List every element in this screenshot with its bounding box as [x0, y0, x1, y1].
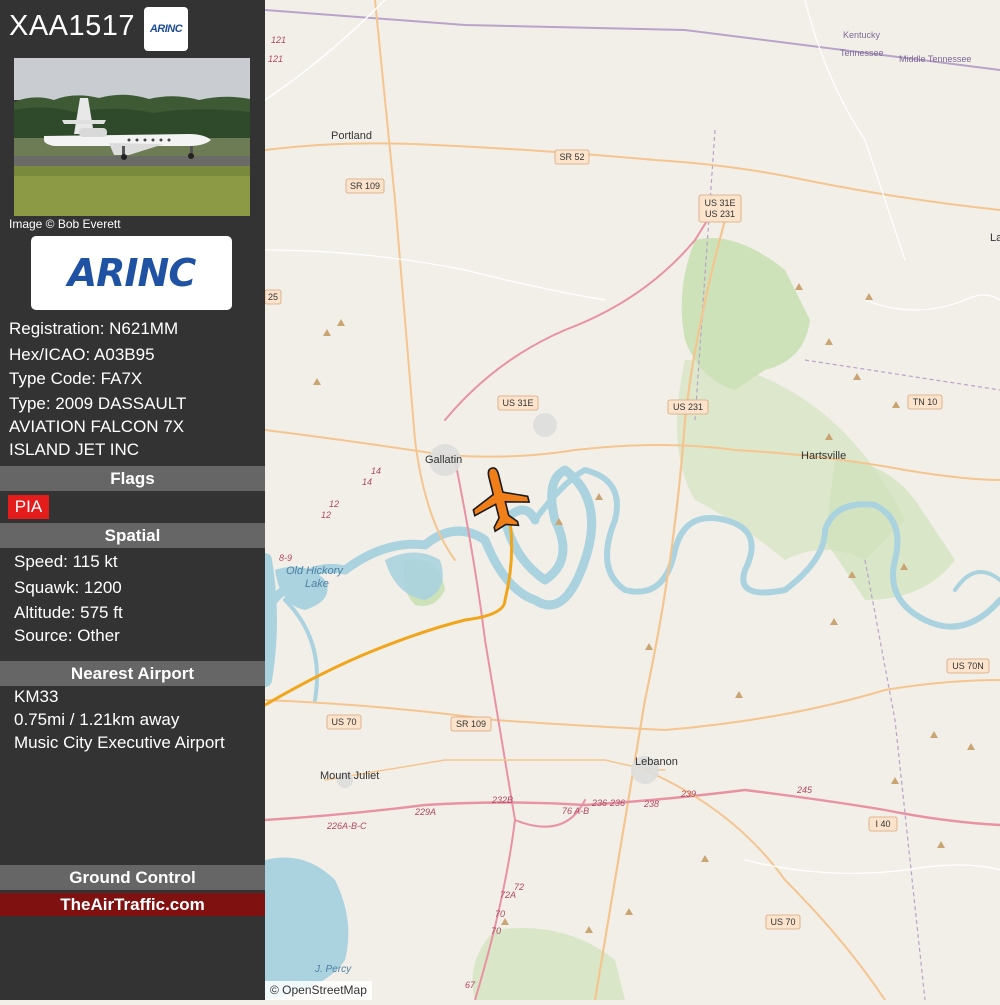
site-brand-link[interactable]: TheAirTraffic.com [0, 893, 265, 916]
flight-map[interactable]: Portland Gallatin Hartsville Old Hickory… [258, 0, 1000, 1002]
callsign: XAA1517 [9, 10, 136, 42]
speed-value: Speed: 115 kt [14, 552, 118, 571]
airport-name: Music City Executive Airport [14, 733, 225, 752]
hex-icao: Hex/ICAO: A03B95 [9, 345, 155, 364]
road-shield-i40: I 40 [868, 816, 898, 832]
road-number: 67 [465, 980, 476, 990]
svg-text:US 231: US 231 [673, 402, 703, 412]
place-label-portland: Portland [331, 130, 372, 142]
info-sidebar: XAA1517 ARINC Image © Bob Everett ARINC … [0, 0, 265, 1000]
place-label-hartsville: Hartsville [801, 450, 846, 462]
svg-text:I 40: I 40 [875, 819, 890, 829]
road-number: 14 [362, 477, 372, 487]
svg-text:US 70: US 70 [770, 917, 795, 927]
registration: Registration: N621MM [9, 319, 179, 338]
road-shield-sr109-south: SR 109 [450, 716, 492, 732]
aircraft-photo [14, 58, 250, 216]
road-number: 70 [491, 926, 501, 936]
svg-text:US 70N: US 70N [952, 661, 984, 671]
road-shield-us231: US 231 [667, 399, 709, 415]
road-number: 226A-B-C [326, 821, 367, 831]
road-number: 239 [680, 789, 696, 799]
road-number: 72 [514, 882, 524, 892]
svg-text:TN 10: TN 10 [913, 397, 938, 407]
place-label-tennessee: Tennessee [840, 48, 884, 58]
svg-text:25: 25 [268, 292, 278, 302]
operator-logo-small-text: ARINC [149, 23, 183, 35]
road-number: 12 [329, 499, 339, 509]
road-number: 70 [495, 909, 505, 919]
aircraft-owner: ISLAND JET INC [9, 440, 140, 459]
place-label-j-percy: J. Percy [314, 964, 352, 975]
svg-text:US 70: US 70 [331, 717, 356, 727]
altitude-value: Altitude: 575 ft [14, 603, 123, 622]
type-code: Type Code: FA7X [9, 369, 143, 388]
place-label-la: La [990, 232, 1000, 244]
road-number: 12 [321, 510, 331, 520]
road-number: 121 [268, 54, 283, 64]
spatial-heading: Spatial [0, 523, 265, 548]
flags-heading: Flags [0, 466, 265, 491]
svg-text:SR 52: SR 52 [559, 152, 584, 162]
road-number: 76 A-B [562, 806, 589, 816]
airport-distance: 0.75mi / 1.21km away [14, 710, 180, 729]
road-shield-us70: US 70 [326, 714, 362, 730]
road-number: 245 [796, 785, 813, 795]
road-number: 229A [414, 807, 436, 817]
nearest-airport-heading: Nearest Airport [0, 661, 265, 686]
road-number: 121 [271, 35, 286, 45]
aircraft-type-line1: Type: 2009 DASSAULT [9, 394, 187, 413]
svg-text:SR 109: SR 109 [456, 719, 486, 729]
road-number: 8-9 [279, 553, 292, 563]
road-number: 232B [491, 795, 513, 805]
operator-logo-small: ARINC [144, 7, 188, 51]
svg-text:US 31E: US 31E [502, 398, 533, 408]
place-label-mount-juliet: Mount Juliet [320, 770, 379, 782]
place-label-middle-tennessee: Middle Tennessee [899, 54, 971, 64]
road-number: 236 [609, 798, 625, 808]
road-number: 236 [591, 798, 607, 808]
aircraft-type-line2: AVIATION FALCON 7X [9, 417, 185, 436]
flag-badge-pia: PIA [8, 495, 49, 519]
source-value: Source: Other [14, 626, 120, 645]
place-label-old-hickory: Old Hickory [286, 565, 344, 577]
map-attribution[interactable]: © OpenStreetMap [265, 981, 372, 1000]
road-shield-sr109: SR 109 [345, 178, 385, 194]
operator-logo-text: ARINC [67, 251, 196, 295]
road-number: 238 [643, 799, 659, 809]
svg-text:US 231: US 231 [705, 209, 735, 219]
place-label-lebanon: Lebanon [635, 756, 678, 768]
place-label-kentucky: Kentucky [843, 30, 881, 40]
road-shield-25: 25 [264, 289, 282, 305]
place-label-gallatin: Gallatin [425, 454, 462, 466]
svg-text:SR 109: SR 109 [350, 181, 380, 191]
operator-logo: ARINC [31, 236, 232, 310]
squawk-value: Squawk: 1200 [14, 578, 122, 597]
road-shield-us31e: US 31EUS 231 [698, 194, 742, 223]
road-number: 14 [371, 466, 381, 476]
road-shield-sr52: SR 52 [554, 149, 590, 165]
airport-code: KM33 [14, 687, 59, 706]
ground-control-heading: Ground Control [0, 865, 265, 890]
road-shield-tn10: TN 10 [907, 394, 943, 410]
road-shield-us70n: US 70N [946, 658, 990, 674]
road-shield-us70-south: US 70 [765, 914, 801, 930]
place-label-lake: Lake [305, 578, 329, 590]
photo-credit: Image © Bob Everett [9, 217, 121, 231]
svg-text:US 31E: US 31E [704, 198, 735, 208]
road-shield-us31e-lower: US 31E [497, 395, 539, 411]
